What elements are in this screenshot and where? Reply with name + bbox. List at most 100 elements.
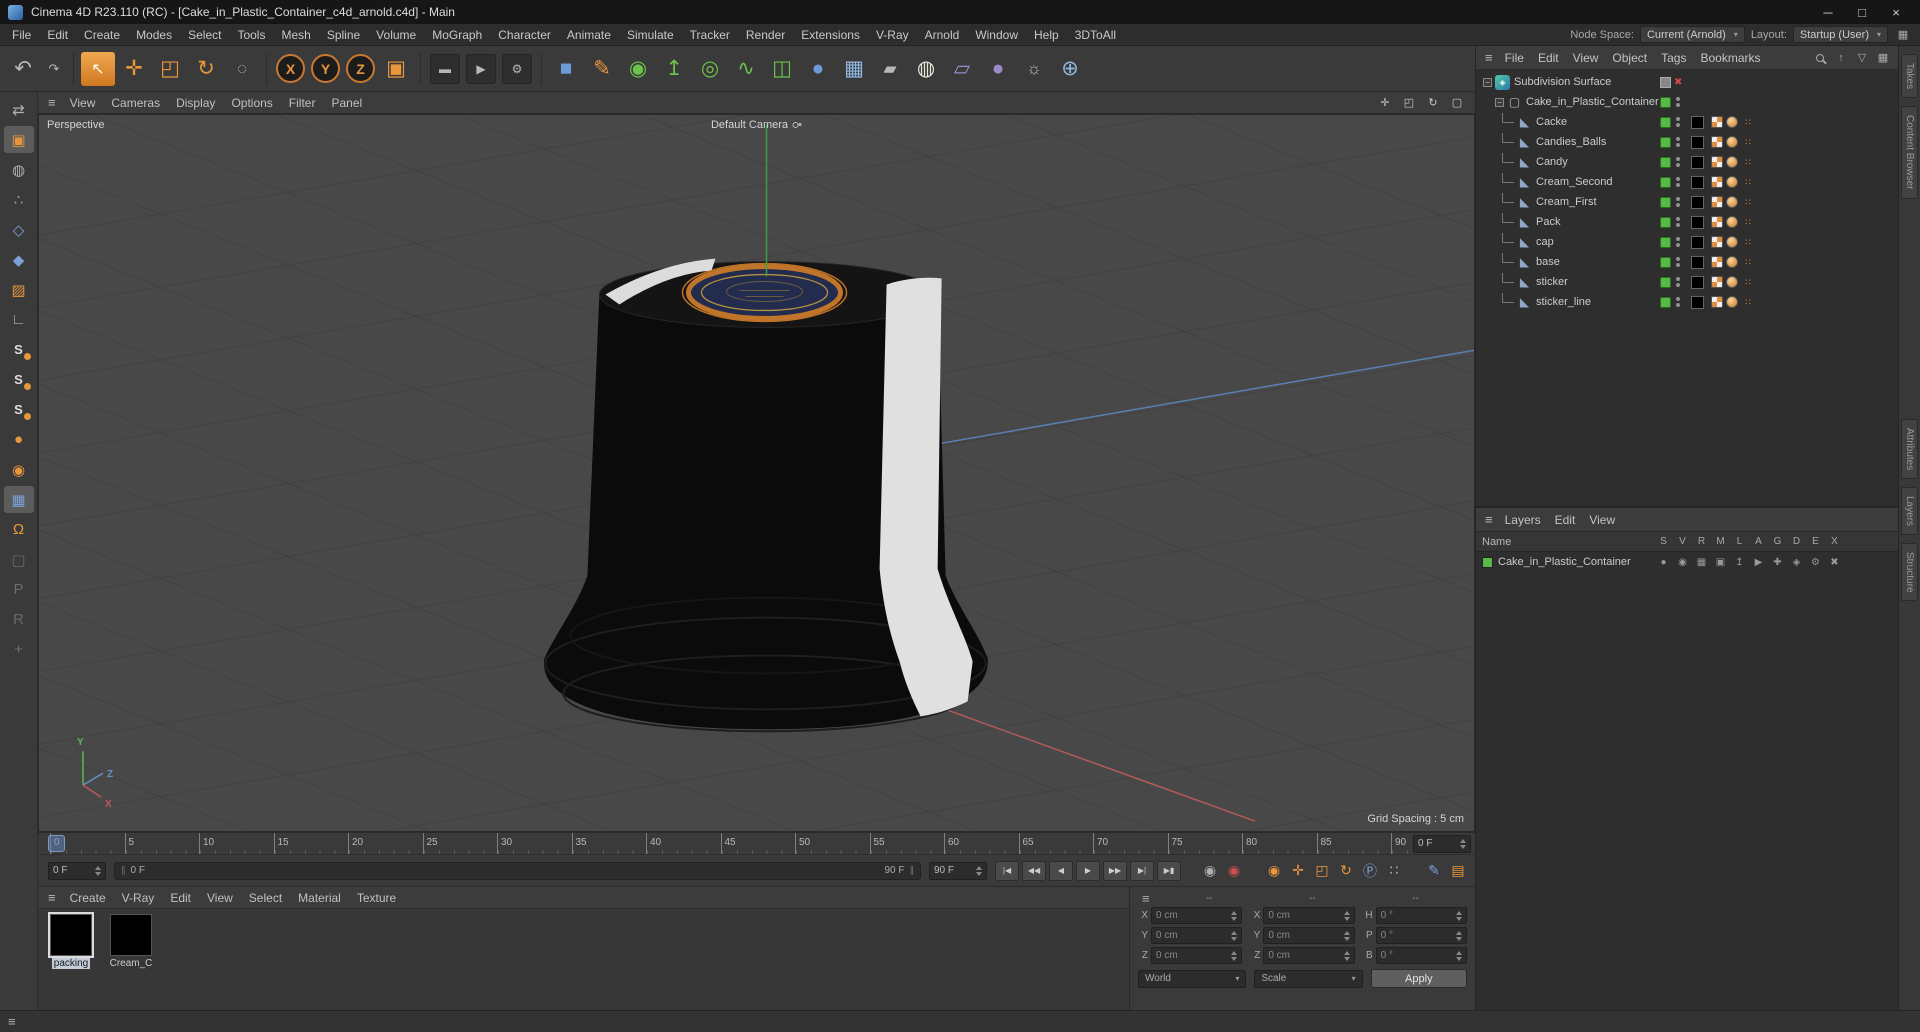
collapse-icon[interactable]: − (1495, 97, 1504, 107)
viewport[interactable]: Y Z X Perspective Default Camera Grid Sp… (38, 114, 1475, 832)
next-key-button[interactable]: ▶| (1130, 860, 1154, 881)
menu-extensions[interactable]: Extensions (793, 24, 868, 46)
tree-item-cacke[interactable]: ◣ Cacke ∷ (1476, 112, 1898, 132)
uvw-tag-icon[interactable] (1711, 216, 1723, 228)
enabled-checkbox[interactable] (1660, 236, 1671, 248)
minimize-button[interactable]: ─ (1812, 2, 1844, 22)
workplane-grid-icon[interactable]: ▦ (3, 486, 34, 513)
camera-toggle-icon[interactable] (792, 120, 802, 130)
model-mode-icon[interactable]: ▣ (3, 126, 34, 153)
material-tag-icon[interactable] (1691, 155, 1704, 169)
filter-icon[interactable]: ▽ (1854, 50, 1870, 66)
autokey-pen-icon[interactable]: ✎ (1423, 860, 1445, 882)
spinner-icon[interactable] (1231, 950, 1238, 961)
record-parameter-icon[interactable]: Ⓟ (1359, 860, 1381, 882)
position-x-field[interactable]: X 0 cm (1138, 907, 1243, 924)
playhead-marker[interactable] (48, 835, 65, 852)
menu-tracker[interactable]: Tracker (682, 24, 738, 46)
tree-item-candies-balls[interactable]: ◣ Candies_Balls ∷ (1476, 132, 1898, 152)
menu-select[interactable]: Select (180, 24, 229, 46)
vp-menu-view[interactable]: View (62, 96, 104, 110)
texture-axis-icon[interactable]: ▨ (4, 276, 34, 303)
layers-panel-menu-icon[interactable]: ≡ (1480, 512, 1498, 527)
up-icon[interactable]: ↑ (1833, 50, 1849, 66)
arnold-tag-icon[interactable]: ∷ (1741, 256, 1755, 268)
tree-item-sticker[interactable]: ◣ sticker ∷ (1476, 272, 1898, 292)
enabled-checkbox[interactable] (1660, 276, 1671, 288)
enabled-checkbox[interactable] (1660, 116, 1671, 128)
material-tag-icon[interactable] (1691, 175, 1704, 189)
spinner-icon[interactable] (1231, 930, 1238, 941)
camera-label[interactable]: Default Camera (711, 119, 802, 131)
vp-menu-panel[interactable]: Panel (323, 96, 370, 110)
texture-mode-icon[interactable]: ◍ (4, 156, 34, 183)
om-menu-file[interactable]: File (1498, 51, 1531, 65)
sky-icon[interactable]: ● (981, 52, 1015, 86)
vp-menu-display[interactable]: Display (168, 96, 223, 110)
visibility-dots[interactable] (1676, 297, 1680, 307)
start-frame-field[interactable]: 0 F (48, 861, 106, 880)
tree-item-candy[interactable]: ◣ Candy ∷ (1476, 152, 1898, 172)
toggle-view-icon[interactable]: ▢ (1447, 95, 1467, 111)
snap-icon[interactable]: S (4, 336, 34, 363)
range-grip-right[interactable]: ∥ (910, 865, 915, 876)
tab-attributes[interactable]: Attributes (1901, 418, 1918, 479)
apply-button[interactable]: Apply (1370, 969, 1467, 988)
tab-layers[interactable]: Layers (1901, 486, 1918, 535)
paint-icon[interactable]: ● (4, 426, 34, 453)
layer-xref-icon[interactable]: ✖ (1825, 557, 1844, 568)
material-cream[interactable]: Cream_C (106, 914, 156, 969)
layers-menu-edit[interactable]: Edit (1548, 513, 1583, 527)
menu-arnold[interactable]: Arnold (917, 24, 968, 46)
point-mode-icon[interactable]: ∴ (4, 186, 34, 213)
visibility-dots[interactable] (1676, 97, 1680, 107)
record-button[interactable]: ◉ (1199, 860, 1221, 882)
mat-menu-create[interactable]: Create (62, 891, 114, 905)
menu-mograph[interactable]: MoGraph (424, 24, 490, 46)
arnold-tag-icon[interactable]: ∷ (1741, 156, 1755, 168)
menu-mesh[interactable]: Mesh (273, 24, 318, 46)
menu-simulate[interactable]: Simulate (619, 24, 682, 46)
om-menu-edit[interactable]: Edit (1531, 51, 1566, 65)
pen-tool-icon[interactable]: ✎ (585, 52, 619, 86)
pose-tool-icon[interactable]: P (4, 576, 34, 603)
rotate-view-icon[interactable]: ↻ (1423, 95, 1443, 111)
phong-tag-icon[interactable] (1726, 116, 1738, 128)
uvw-tag-icon[interactable] (1711, 116, 1723, 128)
tree-item-cap[interactable]: ◣ cap ∷ (1476, 232, 1898, 252)
play-button[interactable]: ▶ (1076, 860, 1100, 881)
object-manager-panel-menu-icon[interactable]: ≡ (1480, 50, 1498, 65)
layer-view-icon[interactable]: ◉ (1673, 557, 1692, 568)
z-axis-lock-icon[interactable]: Z (346, 54, 375, 83)
tree-item-pack[interactable]: ◣ Pack ∷ (1476, 212, 1898, 232)
om-menu-bookmarks[interactable]: Bookmarks (1693, 51, 1767, 65)
record-scale-icon[interactable]: ◰ (1311, 860, 1333, 882)
mat-menu-material[interactable]: Material (290, 891, 349, 905)
background-icon[interactable]: ⊕ (1053, 52, 1087, 86)
vp-menu-options[interactable]: Options (223, 96, 280, 110)
layer-row-cake-in-plastic-container[interactable]: Cake_in_Plastic_Container ● ◉ ▦ ▣ ↥ ▶ ✚ ◈ ⚙ ✖ (1476, 552, 1898, 572)
mat-menu-view[interactable]: View (199, 891, 241, 905)
add-tool-icon[interactable]: + (4, 636, 34, 663)
vp-menu-cameras[interactable]: Cameras (103, 96, 168, 110)
layer-render-icon[interactable]: ▦ (1692, 557, 1711, 568)
undo-icon[interactable]: ↶ (6, 52, 40, 86)
mograph-cloner-icon[interactable]: ▦ (837, 52, 871, 86)
size-z-field[interactable]: Z 0 cm (1250, 947, 1355, 964)
layout-dropdown[interactable]: Startup (User) ▾ (1792, 26, 1888, 43)
record-rotation-icon[interactable]: ↻ (1335, 860, 1357, 882)
menu-create[interactable]: Create (76, 24, 128, 46)
arnold-tag-icon[interactable]: ∷ (1741, 296, 1755, 308)
zoom-view-icon[interactable]: ◰ (1399, 95, 1419, 111)
polygon-mode-icon[interactable]: ◆ (4, 246, 34, 273)
sticker-object[interactable] (681, 262, 848, 323)
phong-tag-icon[interactable] (1726, 156, 1738, 168)
layer-manager-icon[interactable]: ▣ (1711, 557, 1730, 568)
goto-end-button[interactable]: ▶▮ (1157, 860, 1181, 881)
visibility-dots[interactable] (1676, 217, 1680, 227)
visibility-dots[interactable] (1676, 277, 1680, 287)
live-selection-icon[interactable]: ↖ (81, 51, 115, 86)
tab-structure[interactable]: Structure (1901, 542, 1918, 602)
retopo-icon[interactable]: ◉ (4, 456, 34, 483)
visibility-dots[interactable] (1676, 237, 1680, 247)
